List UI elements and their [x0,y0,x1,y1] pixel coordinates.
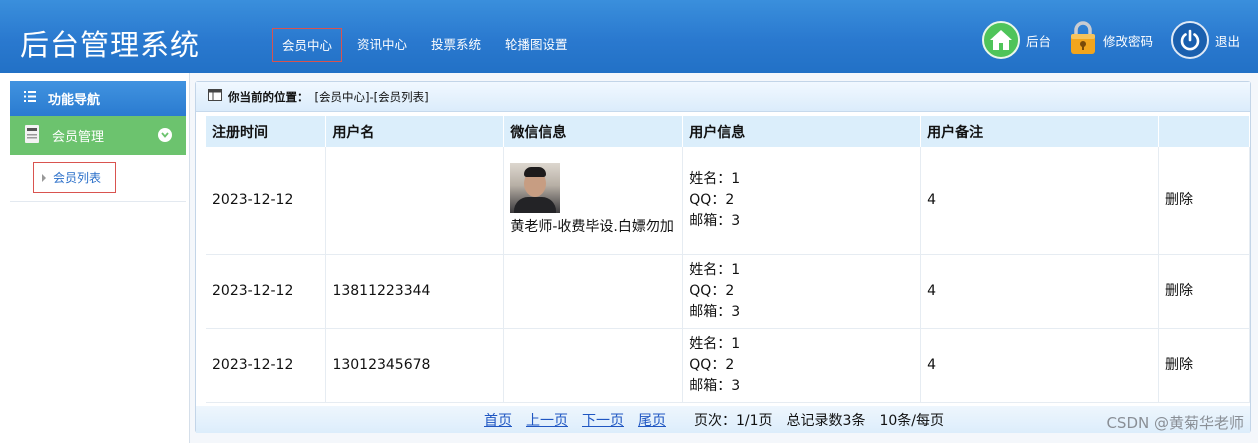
user-qq: QQ：2 [689,191,735,208]
cell-wechat [503,254,684,329]
cell-date: 2023-12-12 [206,147,327,255]
watermark: CSDN @黄菊华老师 [1106,414,1244,432]
sidebar: 功能导航 会员管理 会员列表 [0,73,190,443]
table-row: 2023-12-12 13811223344 姓名：1 QQ：2 邮箱：3 4 … [206,254,1251,329]
sidebar-title: 功能导航 [10,81,186,116]
lock-icon [1069,20,1097,60]
delete-button[interactable]: 删除 [1158,147,1251,255]
nav-carousel-settings[interactable]: 轮播图设置 [496,28,577,62]
nav-vote-system[interactable]: 投票系统 [422,28,490,62]
nav-news-center[interactable]: 资讯中心 [348,28,416,62]
breadcrumb-path: [会员中心]-[会员列表] [314,89,429,104]
prev-page-link[interactable]: 上一页 [526,410,568,430]
top-header: 后台管理系统 会员中心 资讯中心 投票系统 轮播图设置 后台 修改密码 退出 [0,0,1258,73]
cell-note: 4 [920,328,1159,403]
change-password-label: 修改密码 [1102,33,1153,49]
first-page-link[interactable]: 首页 [484,410,512,430]
cabinet-icon [24,124,40,147]
column-header: 注册时间 [206,116,327,147]
breadcrumb: 你当前的位置： [会员中心]-[会员列表] [196,82,1250,112]
table-row: 2023-12-12 黄老师-收费毕设.白嫖勿加 姓名：1 QQ：2 邮箱：3 … [206,147,1251,255]
list-icon [24,91,36,106]
home-icon [981,21,1020,59]
cell-note: 4 [920,147,1159,255]
cell-note: 4 [920,254,1159,329]
power-icon [1170,21,1209,59]
sidebar-item-label: 会员列表 [53,171,102,185]
table-row: 2023-12-12 13012345678 姓名：1 QQ：2 邮箱：3 4 … [206,328,1251,403]
delete-button[interactable]: 删除 [1158,328,1251,403]
nav-member-center[interactable]: 会员中心 [272,28,343,62]
column-header: 用户信息 [682,116,922,147]
cell-wechat: 黄老师-收费毕设.白嫖勿加 [503,147,684,255]
total-records: 总记录数3条 [786,412,866,429]
home-button[interactable]: 后台 [981,21,1051,59]
per-page-info: 10条/每页 [879,412,944,429]
cell-username [325,147,505,255]
change-password-button[interactable]: 修改密码 [1069,20,1153,60]
sidebar-group-label: 会员管理 [52,130,105,145]
sidebar-title-label: 功能导航 [48,93,101,108]
user-name: 姓名：1 [689,261,741,278]
cell-user-info: 姓名：1 QQ：2 邮箱：3 [682,328,922,403]
delete-button[interactable]: 删除 [1158,254,1251,329]
user-email: 邮箱：3 [689,303,741,320]
page-info: 页次：1/1页 [694,412,773,429]
last-page-link[interactable]: 尾页 [638,410,666,430]
cell-user-info: 姓名：1 QQ：2 邮箱：3 [682,254,922,329]
column-header [1158,116,1251,147]
column-header: 微信信息 [503,116,684,147]
avatar [510,162,561,213]
cell-user-info: 姓名：1 QQ：2 邮箱：3 [682,147,922,255]
sidebar-divider [10,201,186,202]
logout-label: 退出 [1214,33,1240,49]
column-header: 用户备注 [920,116,1159,147]
chevron-down-icon [158,128,172,142]
user-qq: QQ：2 [689,282,735,299]
header-tools: 后台 修改密码 退出 [981,20,1258,60]
cell-username: 13012345678 [325,328,505,403]
user-qq: QQ：2 [689,356,735,373]
breadcrumb-label: 你当前的位置： [228,89,309,104]
cell-date: 2023-12-12 [206,328,327,403]
main-panel: 你当前的位置： [会员中心]-[会员列表] 注册时间 用户名 微信信息 用户信息… [195,81,1251,433]
logout-button[interactable]: 退出 [1170,21,1240,59]
next-page-link[interactable]: 下一页 [582,410,624,430]
user-name: 姓名：1 [689,170,741,187]
sidebar-item-member-list[interactable]: 会员列表 [33,162,116,193]
table-header-row: 注册时间 用户名 微信信息 用户信息 用户备注 [206,116,1251,147]
sidebar-group-member-management[interactable]: 会员管理 [10,116,186,155]
column-header: 用户名 [325,116,505,147]
app-title: 后台管理系统 [20,28,201,62]
window-icon [208,89,222,104]
home-label: 后台 [1025,33,1051,49]
cell-date: 2023-12-12 [206,254,327,329]
member-table: 注册时间 用户名 微信信息 用户信息 用户备注 2023-12-12 黄老师-收… [206,116,1251,403]
caret-right-icon [42,173,46,182]
user-email: 邮箱：3 [689,212,741,229]
wechat-nickname: 黄老师-收费毕设.白嫖勿加 [510,218,674,235]
top-nav: 会员中心 资讯中心 投票系统 轮播图设置 [272,28,583,62]
cell-wechat [503,328,684,403]
user-name: 姓名：1 [689,335,741,352]
user-email: 邮箱：3 [689,377,741,394]
pagination: 首页 上一页 下一页 尾页 页次：1/1页 总记录数3条 10条/每页 [196,406,1250,433]
cell-username: 13811223344 [325,254,505,329]
